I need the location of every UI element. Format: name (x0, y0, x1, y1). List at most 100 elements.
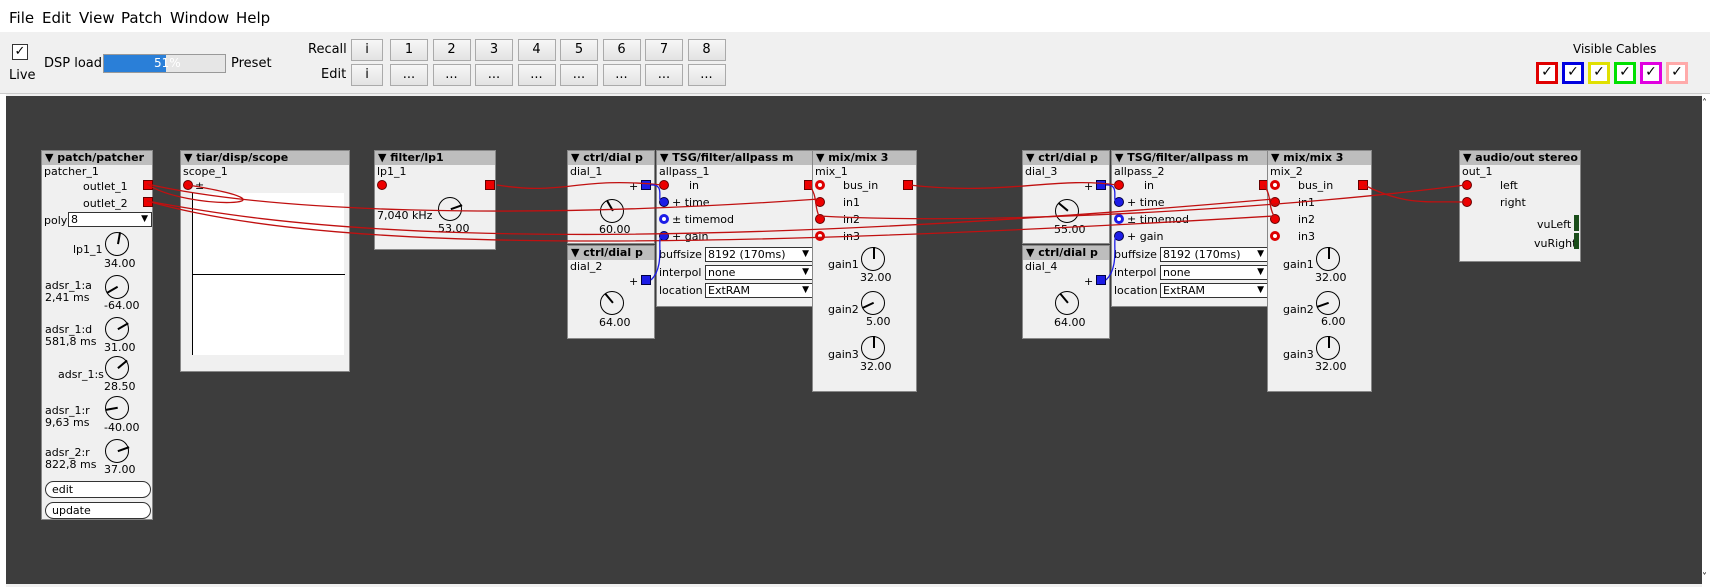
knob[interactable] (861, 291, 885, 315)
object-header[interactable]: ▼ TSG/filter/allpass m (1112, 151, 1271, 165)
knob[interactable] (1316, 291, 1340, 315)
inlet-port[interactable] (659, 197, 669, 207)
location-select[interactable]: ExtRAM ▼ (705, 283, 813, 298)
instance-name[interactable]: lp1_1 (375, 165, 495, 179)
edit-preset-button[interactable]: ... (560, 64, 598, 86)
buffsize-select[interactable]: 8192 (170ms) ▼ (705, 247, 813, 262)
menu-file[interactable]: File (9, 9, 34, 27)
recall-preset-button[interactable]: 6 (602, 39, 641, 61)
recall-preset-button[interactable]: 4 (517, 39, 556, 61)
recall-preset-button[interactable]: 2 (432, 39, 471, 61)
object-header[interactable]: ▼ ctrl/dial p (568, 246, 654, 260)
allpass-object[interactable]: ▼ TSG/filter/allpass m allpass_2 in + ti… (1111, 150, 1272, 307)
instance-name[interactable]: mix_2 (1268, 165, 1371, 179)
knob[interactable] (438, 197, 463, 221)
scope-object[interactable]: ▼ tiar/disp/scope scope_1 ± (180, 150, 350, 372)
dial-object[interactable]: ▼ ctrl/dial p dial_3 + 55.00 (1022, 150, 1110, 244)
knob[interactable] (105, 356, 129, 380)
instance-name[interactable]: patcher_1 (42, 165, 152, 179)
outlet-port[interactable] (903, 180, 913, 190)
edit-button[interactable]: edit (45, 481, 151, 498)
object-header[interactable]: ▼ audio/out stereo (1460, 151, 1580, 165)
mix-object[interactable]: ▼ mix/mix 3 mix_2 bus_in in1 in2 in3 gai… (1267, 150, 1372, 392)
update-button[interactable]: update (45, 502, 151, 519)
edit-preset-button[interactable]: ... (517, 64, 556, 86)
interpol-select[interactable]: none ▼ (1160, 265, 1268, 280)
knob[interactable] (861, 247, 885, 271)
inlet-port[interactable] (1462, 180, 1472, 190)
knob[interactable] (861, 336, 885, 360)
inlet-port[interactable] (815, 214, 825, 224)
outlet-port[interactable] (1096, 180, 1106, 190)
edit-preset-button[interactable]: ... (475, 64, 513, 86)
object-header[interactable]: ▼ patch/patcher (42, 151, 152, 165)
knob[interactable] (105, 232, 129, 256)
inlet-port[interactable] (1114, 197, 1124, 207)
instance-name[interactable]: allpass_2 (1112, 165, 1271, 179)
lp1-object[interactable]: ▼ filter/lp1 lp1_1 7,040 kHz 53.00 (374, 150, 496, 250)
instance-name[interactable]: dial_3 (1023, 165, 1109, 179)
object-header[interactable]: ▼ ctrl/dial p (1023, 246, 1109, 260)
edit-preset-button[interactable]: ... (687, 64, 726, 86)
recall-preset-button[interactable]: 7 (645, 39, 683, 61)
knob[interactable] (105, 396, 129, 420)
allpass-object[interactable]: ▼ TSG/filter/allpass m allpass_1 in + ti… (656, 150, 817, 307)
menu-patch[interactable]: Patch (121, 9, 162, 27)
instance-name[interactable]: dial_1 (568, 165, 654, 179)
visible-cable-toggle[interactable]: ✓ (1562, 62, 1584, 84)
buffsize-select[interactable]: 8192 (170ms) ▼ (1160, 247, 1268, 262)
menu-window[interactable]: Window (170, 9, 229, 27)
instance-name[interactable]: mix_1 (813, 165, 916, 179)
menu-help[interactable]: Help (236, 9, 270, 27)
menu-edit[interactable]: Edit (42, 9, 71, 27)
dial-object[interactable]: ▼ ctrl/dial p dial_1 + 60.00 (567, 150, 655, 244)
patcher-object[interactable]: ▼ patch/patcher patcher_1 outlet_1 outle… (41, 150, 153, 520)
inlet-port[interactable] (815, 197, 825, 207)
visible-cable-toggle[interactable]: ✓ (1666, 62, 1688, 84)
inlet-port[interactable] (1270, 180, 1280, 190)
recall-preset-button[interactable]: 1 (390, 39, 428, 61)
inlet-port[interactable] (815, 231, 825, 241)
outlet-port[interactable] (641, 275, 651, 285)
visible-cable-toggle[interactable]: ✓ (1536, 62, 1558, 84)
outlet-port[interactable] (143, 180, 153, 190)
knob[interactable] (600, 291, 624, 315)
knob[interactable] (105, 317, 129, 341)
mix-object[interactable]: ▼ mix/mix 3 mix_1 bus_in in1 in2 in3 gai… (812, 150, 917, 392)
object-header[interactable]: ▼ mix/mix 3 (1268, 151, 1371, 165)
inlet-port[interactable] (377, 180, 387, 190)
patch-canvas[interactable]: ▼ patch/patcher patcher_1 outlet_1 outle… (6, 96, 1702, 584)
inlet-port[interactable] (815, 180, 825, 190)
instance-name[interactable]: out_1 (1460, 165, 1580, 179)
knob[interactable] (600, 199, 624, 223)
inlet-port[interactable] (659, 180, 669, 190)
inlet-port[interactable] (1462, 197, 1472, 207)
edit-preset-button[interactable]: ... (602, 64, 641, 86)
dial-object[interactable]: ▼ ctrl/dial p dial_2 + 64.00 (567, 245, 655, 339)
instance-name[interactable]: dial_2 (568, 260, 654, 274)
instance-name[interactable]: scope_1 (181, 165, 349, 179)
outlet-port[interactable] (1358, 180, 1368, 190)
live-checkbox[interactable]: ✓ (12, 44, 28, 60)
object-header[interactable]: ▼ ctrl/dial p (1023, 151, 1109, 165)
outlet-port[interactable] (485, 180, 495, 190)
dial-object[interactable]: ▼ ctrl/dial p dial_4 + 64.00 (1022, 245, 1110, 339)
edit-preset-button[interactable]: ... (390, 64, 428, 86)
inlet-port[interactable] (659, 231, 669, 241)
visible-cable-toggle[interactable]: ✓ (1640, 62, 1662, 84)
location-select[interactable]: ExtRAM ▼ (1160, 283, 1268, 298)
knob[interactable] (105, 275, 129, 299)
object-header[interactable]: ▼ ctrl/dial p (568, 151, 654, 165)
knob[interactable] (1055, 199, 1079, 223)
inlet-port[interactable] (1114, 180, 1124, 190)
right-scrollbar[interactable]: ˄ ˅ (1702, 94, 1710, 587)
recall-preset-button[interactable]: 5 (560, 39, 598, 61)
knob[interactable] (1316, 336, 1340, 360)
edit-preset-button[interactable]: ... (645, 64, 683, 86)
inlet-port[interactable] (183, 180, 193, 190)
inlet-port[interactable] (1114, 231, 1124, 241)
interpol-select[interactable]: none ▼ (705, 265, 813, 280)
knob[interactable] (1055, 291, 1079, 315)
outlet-port[interactable] (143, 197, 153, 207)
object-header[interactable]: ▼ filter/lp1 (375, 151, 495, 165)
